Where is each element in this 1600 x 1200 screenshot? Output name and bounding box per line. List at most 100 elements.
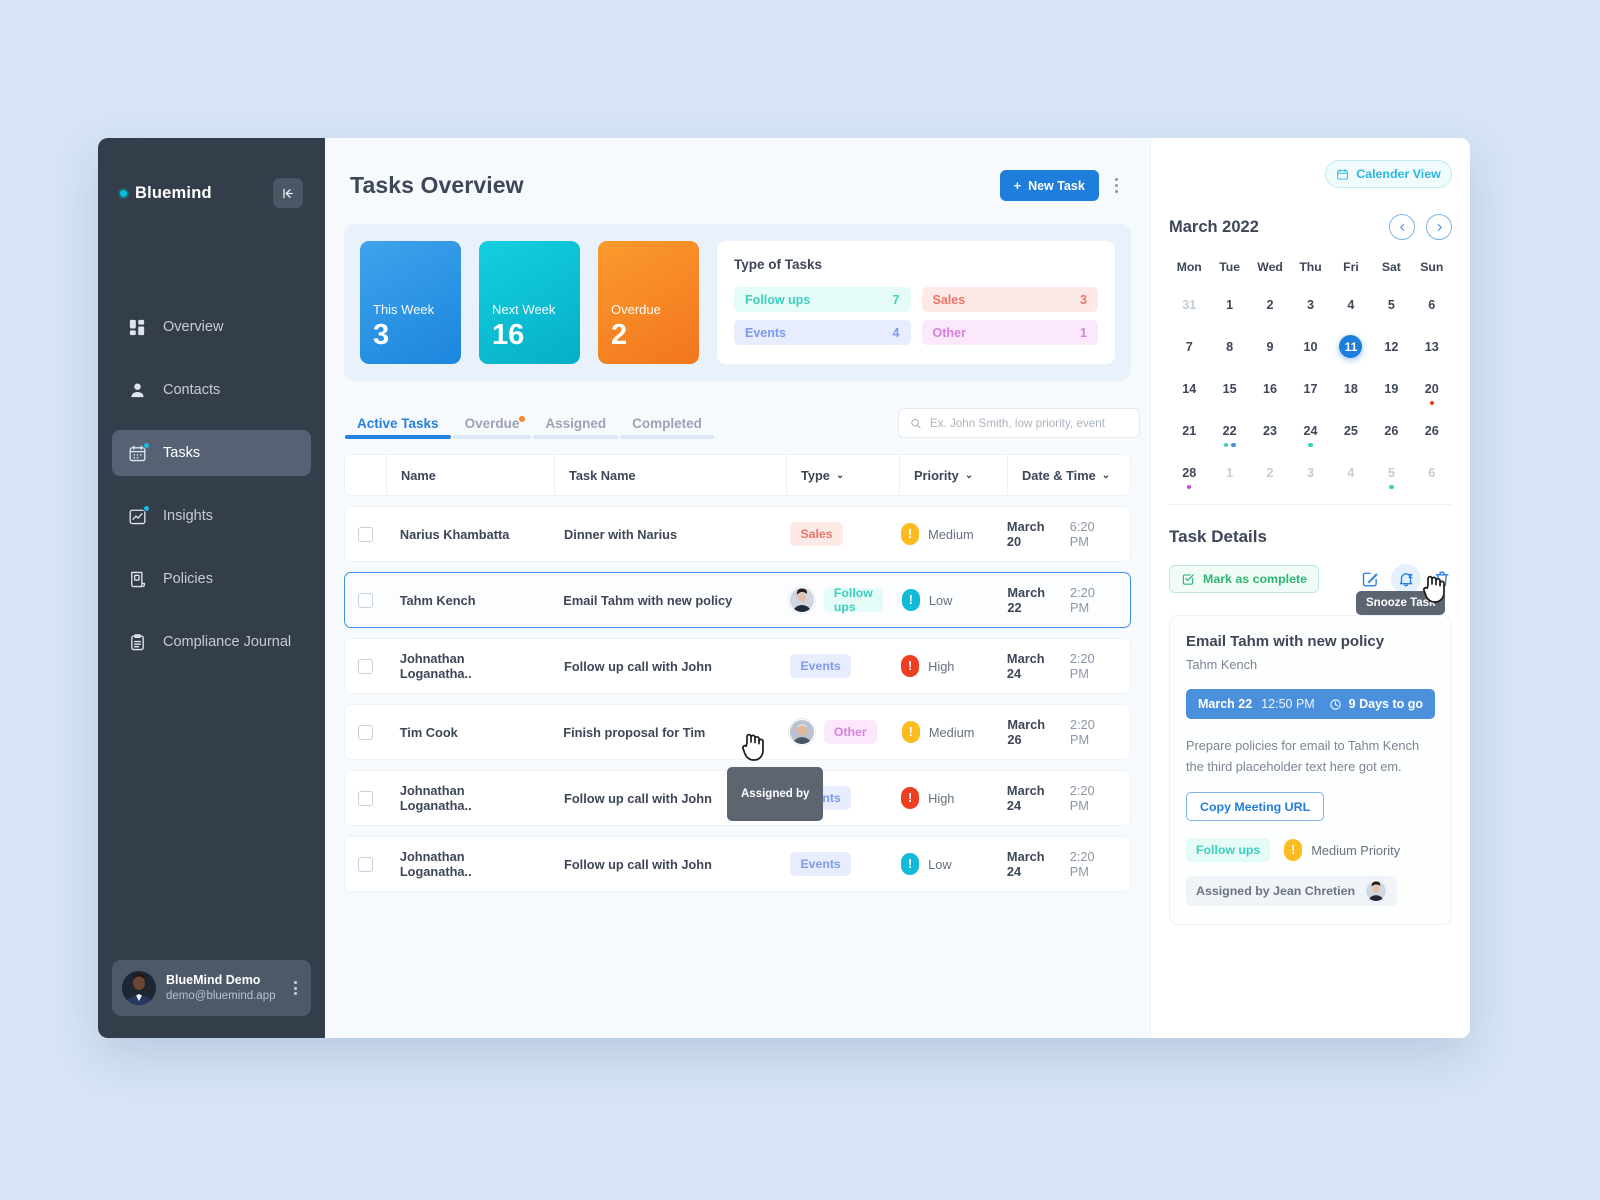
tooltip-assigned-by: Assigned by <box>727 767 824 821</box>
sidebar-item-insights[interactable]: Insights <box>112 493 311 539</box>
type-pill-other[interactable]: Other 1 <box>921 320 1098 345</box>
row-checkbox[interactable] <box>357 526 373 542</box>
sidebar-item-policies[interactable]: Policies <box>112 556 311 602</box>
calendar-day-number: 4 <box>1347 465 1355 480</box>
type-count: 4 <box>892 325 900 340</box>
column-header-priority[interactable]: Priority ⌄ <box>900 455 1008 495</box>
calendar-day[interactable]: 3 <box>1290 457 1330 488</box>
sidebar-item-tasks[interactable]: Tasks <box>112 430 311 476</box>
tab-overdue[interactable]: Overdue <box>452 416 532 450</box>
calendar-day[interactable]: 4 <box>1331 289 1371 320</box>
calendar-day[interactable]: 15 <box>1209 373 1249 404</box>
tab-completed[interactable]: Completed <box>620 416 714 450</box>
calendar-day[interactable]: 26 <box>1412 415 1452 446</box>
priority-icon: ! <box>901 589 920 611</box>
sidebar-item-label: Overview <box>163 319 224 335</box>
calendar-day[interactable]: 25 <box>1331 415 1371 446</box>
calendar-day[interactable]: 19 <box>1371 373 1411 404</box>
calendar-day[interactable]: 17 <box>1290 373 1330 404</box>
calendar-day[interactable]: 18 <box>1331 373 1371 404</box>
table-row[interactable]: Tim Cook Finish proposal for Tim Other !… <box>344 704 1131 821</box>
copy-meeting-url-button[interactable]: Copy Meeting URL <box>1186 792 1325 822</box>
type-pill-follow-ups[interactable]: Follow ups 7 <box>734 287 911 312</box>
calendar-day[interactable]: 6 <box>1412 289 1452 320</box>
collapse-sidebar-button[interactable] <box>273 178 303 208</box>
calendar-day-number: 24 <box>1303 423 1318 438</box>
user-profile-card[interactable]: BlueMind Demo demo@bluemind.app <box>112 960 311 1016</box>
calendar-day[interactable]: 28 <box>1169 457 1209 489</box>
calendar-day[interactable]: 6 <box>1412 457 1452 488</box>
calendar-day[interactable]: 2 <box>1250 289 1290 320</box>
calendar-day[interactable]: 31 <box>1169 289 1209 320</box>
calendar-prev-button[interactable] <box>1389 214 1415 240</box>
calendar-day-number: 6 <box>1428 465 1436 480</box>
calendar-day[interactable]: 10 <box>1290 331 1330 362</box>
calendar-day[interactable]: 11 <box>1331 331 1371 362</box>
stat-card-next-week[interactable]: Next Week 16 <box>479 241 580 364</box>
new-task-button[interactable]: + New Task <box>999 170 1099 201</box>
calendar-day[interactable]: 14 <box>1169 373 1209 404</box>
calendar-day[interactable]: 23 <box>1250 415 1290 446</box>
kebab-menu-icon[interactable] <box>1113 174 1120 198</box>
row-checkbox[interactable] <box>357 856 373 872</box>
assignee-avatar[interactable] <box>788 587 815 613</box>
sidebar-item-compliance-journal[interactable]: Compliance Journal <box>112 619 311 665</box>
calendar-day[interactable]: 9 <box>1250 331 1290 362</box>
calendar-day[interactable]: 2 <box>1250 457 1290 488</box>
sidebar-item-contacts[interactable]: Contacts <box>112 367 311 413</box>
calendar-day[interactable]: 16 <box>1250 373 1290 404</box>
calendar-day[interactable]: 1 <box>1209 457 1249 488</box>
calendar-next-button[interactable] <box>1426 214 1452 240</box>
calendar-day[interactable]: 5 <box>1371 289 1411 320</box>
calendar-day[interactable]: 5 <box>1371 457 1411 489</box>
stat-card-this-week[interactable]: This Week 3 <box>360 241 461 364</box>
sidebar-item-overview[interactable]: Overview <box>112 304 311 350</box>
cell-time: 2:20 PM <box>1069 717 1095 747</box>
calendar-day[interactable]: 4 <box>1331 457 1371 488</box>
calendar-day[interactable]: 20 <box>1412 373 1452 405</box>
tab-active-tasks[interactable]: Active Tasks <box>345 416 451 450</box>
column-header-type[interactable]: Type ⌄ <box>787 455 900 495</box>
detail-date: March 22 <box>1198 697 1253 711</box>
calendar-view-button[interactable]: Calender View <box>1325 160 1452 188</box>
calendar-day[interactable]: 1 <box>1209 289 1249 320</box>
row-checkbox[interactable] <box>357 592 373 608</box>
calendar-day[interactable]: 21 <box>1169 415 1209 446</box>
calendar-day[interactable]: 12 <box>1371 331 1411 362</box>
table-row[interactable]: Tahm Kench Email Tahm with new policy Fo… <box>344 572 1131 628</box>
tab-assigned[interactable]: Assigned <box>533 416 619 450</box>
table-row[interactable]: Johnathan Loganatha.. Follow up call wit… <box>344 836 1131 892</box>
priority-icon: ! <box>1284 839 1303 862</box>
assignee-avatar[interactable] <box>788 719 815 745</box>
chevron-right-icon <box>1437 223 1442 231</box>
brand-name: Bluemind <box>135 183 212 202</box>
user-name: BlueMind Demo <box>166 973 261 987</box>
row-checkbox[interactable] <box>357 658 373 674</box>
cell-time: 2:20 PM <box>1069 849 1095 879</box>
calendar-day[interactable]: 24 <box>1290 415 1330 447</box>
table-row[interactable]: Johnathan Loganatha.. Follow up call wit… <box>344 638 1131 694</box>
delete-trash-icon[interactable] <box>1432 569 1452 589</box>
calendar-day[interactable]: 8 <box>1209 331 1249 362</box>
type-pill-events[interactable]: Events 4 <box>734 320 911 345</box>
mark-as-complete-button[interactable]: Mark as complete <box>1169 565 1319 593</box>
search-input[interactable] <box>929 416 1128 430</box>
row-checkbox[interactable] <box>357 724 373 740</box>
calendar-day[interactable]: 7 <box>1169 331 1209 362</box>
user-menu-kebab-icon[interactable] <box>294 981 301 995</box>
calendar-day[interactable]: 26 <box>1371 415 1411 446</box>
table-row[interactable]: Narius Khambatta Dinner with Narius Sale… <box>344 506 1131 562</box>
calendar-day[interactable]: 22 <box>1209 415 1249 447</box>
type-pill-sales[interactable]: Sales 3 <box>921 287 1098 312</box>
calendar-day[interactable]: 13 <box>1412 331 1452 362</box>
cell-type-badge: Events <box>790 654 851 678</box>
row-checkbox[interactable] <box>357 790 373 806</box>
edit-icon[interactable] <box>1360 569 1380 589</box>
stat-card-overdue[interactable]: Overdue 2 <box>598 241 699 364</box>
snooze-bell-icon[interactable] <box>1391 564 1421 594</box>
column-header-date-time[interactable]: Date & Time ⌄ <box>1008 455 1130 495</box>
calendar-day[interactable]: 3 <box>1290 289 1330 320</box>
calendar-day-number: 22 <box>1222 423 1237 438</box>
search-box[interactable] <box>898 408 1140 438</box>
event-dot-icon <box>1389 484 1394 489</box>
